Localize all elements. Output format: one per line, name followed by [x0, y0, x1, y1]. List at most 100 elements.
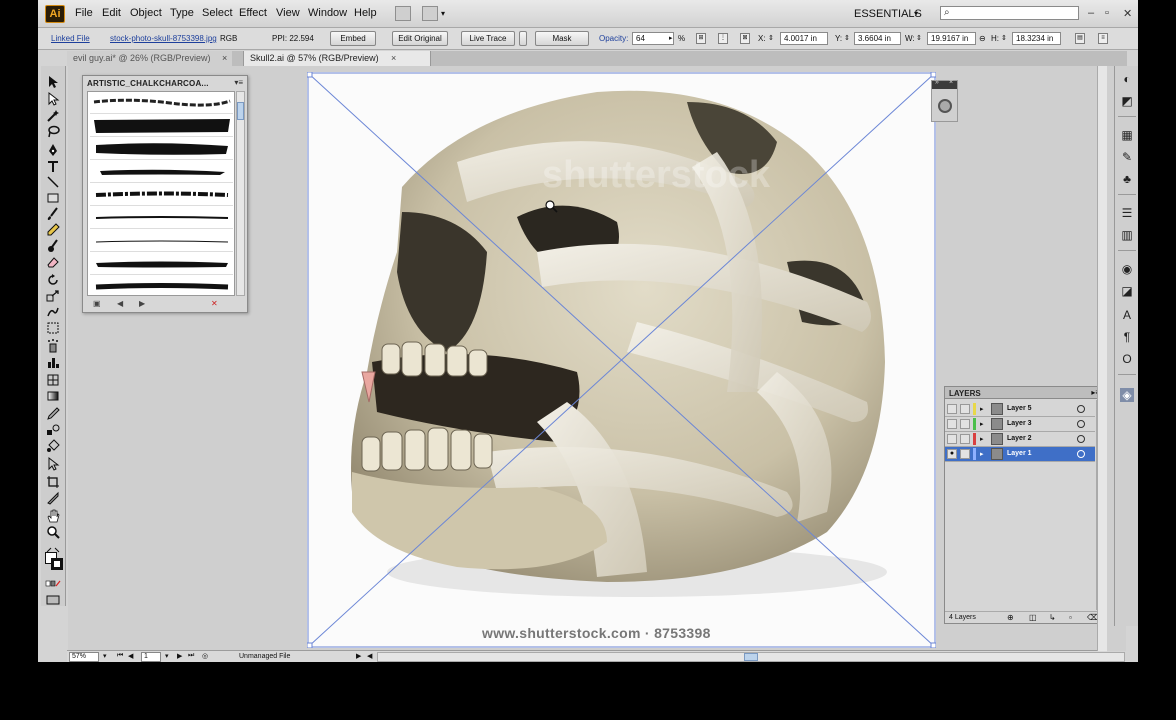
- bridge-icon[interactable]: [395, 6, 411, 21]
- arrange-documents-icon[interactable]: [422, 6, 438, 21]
- scroll-left-icon[interactable]: ◀: [367, 652, 372, 660]
- artboard[interactable]: shutterstock www.shutterstock.com · 8753…: [307, 72, 936, 648]
- next-artboard-icon[interactable]: ▶: [177, 652, 182, 660]
- target-icon[interactable]: [1077, 450, 1085, 458]
- zoom-field[interactable]: 57%: [69, 652, 99, 662]
- chevron-down-icon[interactable]: ▾: [165, 652, 169, 660]
- make-clipping-mask-icon[interactable]: ◫: [1029, 613, 1037, 622]
- brushes-icon[interactable]: ✎: [1120, 150, 1134, 164]
- link-proportions-icon[interactable]: ⊖: [979, 34, 986, 43]
- h-field[interactable]: 18.3234 in: [1012, 32, 1061, 45]
- layer-name[interactable]: Layer 5: [1007, 405, 1032, 412]
- slice-tool-icon[interactable]: [45, 490, 61, 506]
- lock-toggle[interactable]: [960, 434, 970, 444]
- swap-colors-icon[interactable]: [45, 542, 61, 553]
- layer-name[interactable]: Layer 1: [1007, 450, 1032, 457]
- lock-toggle[interactable]: [960, 449, 970, 459]
- zoom-tool-icon[interactable]: [45, 524, 61, 540]
- panel-menu-icon[interactable]: ≡: [1098, 33, 1108, 44]
- artboard-number-field[interactable]: 1: [141, 652, 161, 662]
- layers-icon[interactable]: ◈: [1120, 388, 1134, 402]
- pen-tool-icon[interactable]: [45, 142, 61, 158]
- layer-row[interactable]: ▸ Layer 3: [945, 417, 1095, 432]
- live-trace-button[interactable]: Live Trace: [461, 31, 515, 46]
- appearance-icon[interactable]: ◪: [1120, 284, 1134, 298]
- layer-row[interactable]: ▸ Layer 2: [945, 432, 1095, 447]
- menu-select[interactable]: Select: [202, 7, 233, 19]
- brush-item[interactable]: [90, 253, 233, 275]
- layer-name[interactable]: Layer 2: [1007, 435, 1032, 442]
- y-field[interactable]: 3.6604 in: [854, 32, 901, 45]
- tab-evil-guy[interactable]: evil guy.ai* @ 26% (RGB/Preview) ×: [67, 51, 232, 66]
- maximize-icon[interactable]: ▫: [1105, 7, 1109, 19]
- live-trace-options-button[interactable]: [519, 31, 527, 46]
- lock-toggle[interactable]: [960, 404, 970, 414]
- chevron-down-icon[interactable]: ▾: [914, 9, 918, 18]
- vertical-scrollbar[interactable]: [1097, 66, 1107, 651]
- brush-list-scrollbar[interactable]: [236, 91, 245, 296]
- selection-tool-icon[interactable]: [45, 74, 61, 90]
- new-sublayer-icon[interactable]: ↳: [1049, 613, 1056, 622]
- linked-file-name[interactable]: stock-photo-skull-8753398.jpg: [110, 34, 217, 43]
- expand-arrow-icon[interactable]: ▸: [980, 435, 984, 443]
- menu-view[interactable]: View: [276, 7, 300, 19]
- minimize-icon[interactable]: –: [1088, 7, 1094, 19]
- blend-tool-icon[interactable]: [45, 422, 61, 438]
- transparency-icon[interactable]: ◉: [1120, 262, 1134, 276]
- embed-button[interactable]: Embed: [330, 31, 376, 46]
- status-menu-icon[interactable]: ▶: [356, 652, 361, 660]
- brush-item[interactable]: [90, 115, 233, 137]
- paintbrush-tool-icon[interactable]: [45, 206, 61, 222]
- pencil-tool-icon[interactable]: [45, 222, 61, 238]
- chevron-down-icon[interactable]: ▾: [103, 652, 107, 660]
- brush-item[interactable]: [90, 276, 233, 295]
- opacity-label[interactable]: Opacity:: [599, 34, 628, 43]
- stepper-icon[interactable]: ⇕: [844, 34, 850, 42]
- target-icon[interactable]: [1077, 405, 1085, 413]
- expand-icon[interactable]: »: [935, 79, 939, 86]
- mesh-tool-icon[interactable]: [45, 372, 61, 388]
- menu-window[interactable]: Window: [308, 7, 347, 19]
- brush-item[interactable]: [90, 230, 233, 252]
- w-field[interactable]: 19.9167 in: [927, 32, 976, 45]
- close-icon[interactable]: ×: [222, 51, 227, 66]
- transform-panel-icon[interactable]: ▤: [1075, 33, 1085, 44]
- swatches-icon[interactable]: ▦: [1120, 128, 1134, 142]
- expand-arrow-icon[interactable]: ▸: [980, 450, 984, 458]
- layer-row[interactable]: ▸ Layer 5: [945, 402, 1095, 417]
- blob-brush-tool-icon[interactable]: [45, 238, 61, 254]
- tab-skull2[interactable]: Skull2.ai @ 57% (RGB/Preview) ×: [243, 51, 431, 66]
- stepper-icon[interactable]: ⇕: [768, 34, 774, 42]
- column-graph-tool-icon[interactable]: [45, 354, 61, 370]
- linked-file-label[interactable]: Linked File: [51, 34, 90, 43]
- previous-artboard-icon[interactable]: ◀: [128, 652, 133, 660]
- workspace-switcher[interactable]: ESSENTIALS: [854, 8, 922, 20]
- gradient-icon[interactable]: ▥: [1120, 228, 1134, 242]
- transform-icon[interactable]: ⋮: [718, 33, 728, 44]
- screen-mode-icon[interactable]: [45, 592, 61, 608]
- warp-tool-icon[interactable]: [45, 304, 61, 320]
- color-guide-icon[interactable]: ◩: [1120, 94, 1134, 108]
- eraser-tool-icon[interactable]: [45, 254, 61, 270]
- gradient-tool-icon[interactable]: [45, 388, 61, 404]
- magic-wand-tool-icon[interactable]: [45, 108, 61, 124]
- edit-original-button[interactable]: Edit Original: [392, 31, 448, 46]
- stroke-icon[interactable]: ☰: [1120, 206, 1134, 220]
- live-paint-selection-tool-icon[interactable]: [45, 456, 61, 472]
- next-library-icon[interactable]: ▶: [139, 299, 145, 308]
- close-icon[interactable]: ×: [391, 51, 396, 66]
- version-cue-icon[interactable]: ◎: [202, 652, 208, 660]
- horizontal-scrollbar[interactable]: [377, 652, 1125, 662]
- brush-item[interactable]: [90, 92, 233, 114]
- opentype-icon[interactable]: O: [1120, 352, 1134, 366]
- chevron-right-icon[interactable]: ▸: [669, 34, 673, 42]
- stepper-icon[interactable]: ⇕: [1001, 34, 1007, 42]
- collapsed-panel[interactable]: » ×: [931, 79, 958, 122]
- last-artboard-icon[interactable]: ⏭: [188, 652, 194, 660]
- hand-tool-icon[interactable]: [45, 508, 61, 524]
- scale-tool-icon[interactable]: [45, 288, 61, 304]
- rectangle-tool-icon[interactable]: [45, 190, 61, 206]
- locate-object-icon[interactable]: ⊕: [1007, 613, 1014, 622]
- mask-button[interactable]: Mask: [535, 31, 589, 46]
- type-tool-icon[interactable]: [45, 158, 61, 174]
